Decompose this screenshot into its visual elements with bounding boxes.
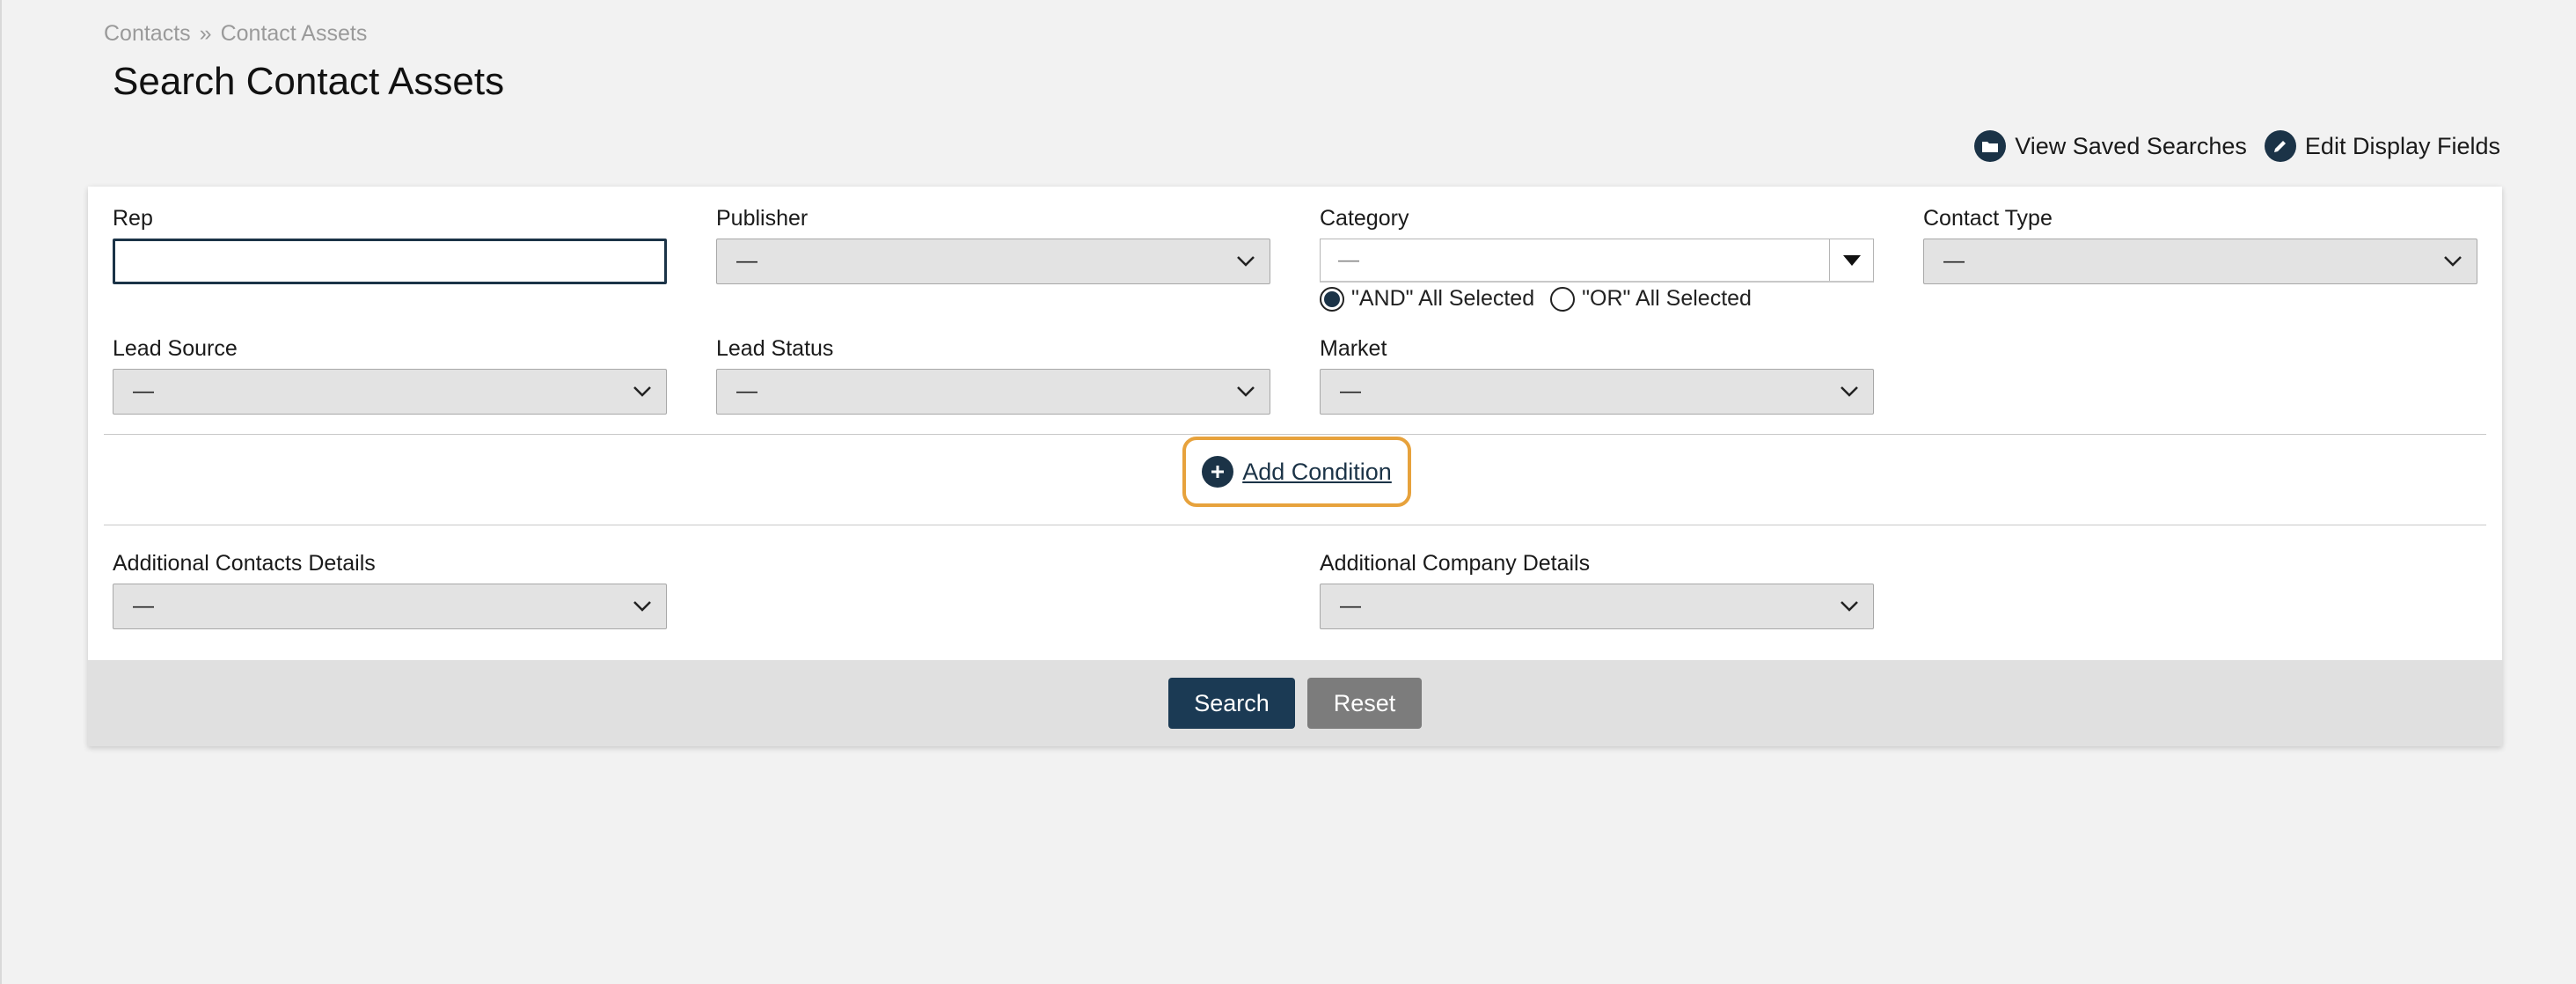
additional-contacts-value: — (133, 594, 154, 618)
reset-button[interactable]: Reset (1307, 678, 1422, 729)
additional-company-select[interactable]: — (1320, 584, 1874, 629)
additional-company-field: Additional Company Details — (1320, 551, 1874, 629)
publisher-field: Publisher — (716, 206, 1270, 284)
radio-and-option[interactable]: "AND" All Selected (1320, 286, 1534, 312)
contact-type-value: — (1943, 249, 1965, 273)
radio-and-label: "AND" All Selected (1351, 286, 1535, 311)
view-saved-searches-link[interactable]: View Saved Searches (1974, 130, 2247, 162)
publisher-value: — (736, 249, 757, 273)
add-condition-label: Add Condition (1242, 458, 1392, 485)
add-condition-button[interactable]: Add Condition (1182, 437, 1411, 507)
additional-contacts-field: Additional Contacts Details — (113, 551, 667, 629)
chevron-down-icon (2444, 256, 2462, 267)
chevron-down-icon (633, 386, 651, 397)
market-select[interactable]: — (1320, 369, 1874, 415)
rep-field: Rep (113, 206, 667, 284)
contact-type-label: Contact Type (1923, 206, 2053, 231)
search-form-card: Rep Publisher — Category — "AND" All Sel (88, 187, 2502, 746)
contact-type-select[interactable]: — (1923, 239, 2477, 284)
chevron-down-icon (1237, 386, 1255, 397)
additional-company-label: Additional Company Details (1320, 551, 1591, 576)
radio-or-option[interactable]: "OR" All Selected (1550, 286, 1752, 312)
divider (104, 434, 2486, 435)
publisher-select[interactable]: — (716, 239, 1270, 284)
page: Contacts » Contact Assets Search Contact A… (0, 0, 2576, 984)
lead-status-label: Lead Status (716, 336, 834, 361)
lead-status-field: Lead Status — (716, 336, 1270, 415)
chevron-down-icon (1841, 601, 1858, 612)
market-value: — (1340, 379, 1361, 403)
radio-or[interactable] (1550, 286, 1576, 312)
category-value: — (1338, 247, 1359, 272)
category-multiselect[interactable]: — (1320, 239, 1874, 283)
folder-icon (1974, 130, 2007, 162)
breadcrumb: Contacts » Contact Assets (104, 21, 367, 47)
chevron-down-icon (633, 601, 651, 612)
chevron-down-icon (1237, 256, 1255, 267)
additional-contacts-label: Additional Contacts Details (113, 551, 376, 576)
top-actions: View Saved Searches Edit Display Fields (1974, 130, 2500, 162)
chevron-down-icon (1841, 386, 1858, 397)
rep-label: Rep (113, 206, 153, 231)
breadcrumb-separator: » (199, 21, 212, 46)
category-match-radios: "AND" All Selected "OR" All Selected (1320, 286, 1874, 312)
view-saved-searches-label: View Saved Searches (2015, 132, 2247, 159)
lead-source-select[interactable]: — (113, 369, 667, 415)
additional-contacts-select[interactable]: — (113, 584, 667, 629)
contact-type-field: Contact Type — (1923, 206, 2477, 284)
lead-status-value: — (736, 379, 757, 403)
market-label: Market (1320, 336, 1387, 361)
category-field: Category — "AND" All Selected "OR" All S… (1320, 206, 1874, 312)
category-dropdown-toggle[interactable] (1829, 239, 1873, 281)
page-title: Search Contact Assets (113, 60, 505, 103)
search-button[interactable]: Search (1168, 678, 1295, 729)
breadcrumb-contacts[interactable]: Contacts (104, 21, 191, 46)
category-label: Category (1320, 206, 1409, 231)
form-footer: Search Reset (88, 660, 2502, 746)
radio-and[interactable] (1320, 286, 1344, 312)
pencil-icon (2264, 130, 2296, 162)
plus-circle-icon (1202, 456, 1234, 488)
market-field: Market — (1320, 336, 1874, 415)
lead-source-field: Lead Source — (113, 336, 667, 415)
lead-source-label: Lead Source (113, 336, 238, 361)
radio-or-label: "OR" All Selected (1582, 286, 1752, 311)
caret-down-icon (1842, 254, 1861, 266)
rep-input[interactable] (113, 239, 667, 284)
breadcrumb-contact-assets[interactable]: Contact Assets (221, 21, 368, 46)
edit-display-fields-link[interactable]: Edit Display Fields (2264, 130, 2500, 162)
edit-display-fields-label: Edit Display Fields (2304, 132, 2500, 159)
lead-source-value: — (133, 379, 154, 403)
additional-company-value: — (1340, 594, 1361, 618)
publisher-label: Publisher (716, 206, 809, 231)
lead-status-select[interactable]: — (716, 369, 1270, 415)
radio-selected-dot (1324, 290, 1340, 307)
